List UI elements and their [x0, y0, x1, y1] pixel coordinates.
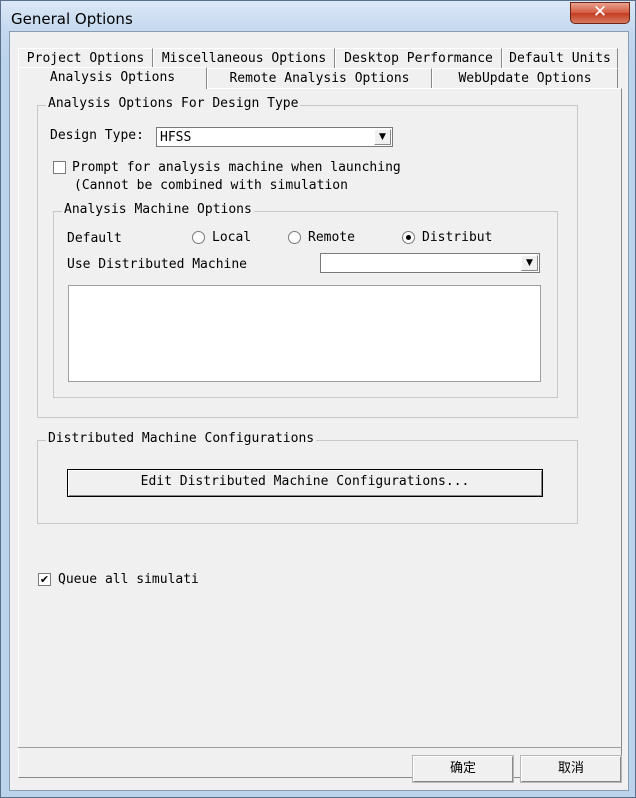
design-type-group: Analysis Options For Design Type Design …: [37, 96, 578, 418]
prompt-machine-label: Prompt for analysis machine when launchi…: [72, 160, 401, 175]
design-type-label: Design Type:: [50, 128, 144, 143]
use-distributed-label: Use Distributed Machine: [67, 257, 248, 271]
tab-miscellaneous-options[interactable]: Miscellaneous Options: [153, 48, 335, 68]
close-button[interactable]: ✕: [570, 2, 630, 24]
distributed-config-select[interactable]: ▼: [320, 253, 540, 273]
footer-separator: [18, 747, 622, 748]
radio-local[interactable]: [192, 231, 205, 244]
general-options-window: General Options ✕ Project Options Miscel…: [0, 0, 636, 798]
machine-options-legend: Analysis Machine Options: [62, 202, 254, 217]
tab-default-units[interactable]: Default Units: [502, 48, 618, 68]
tab-label: Remote Analysis Options: [229, 71, 410, 86]
tab-analysis-options[interactable]: Analysis Options: [18, 67, 207, 89]
tab-webupdate-options[interactable]: WebUpdate Options: [432, 68, 618, 88]
ok-button[interactable]: 确定: [412, 755, 514, 783]
analysis-options-panel: Analysis Options For Design Type Design …: [18, 88, 622, 778]
edit-button-label: Edit Distributed Machine Configurations.…: [140, 474, 470, 489]
window-title: General Options: [11, 10, 133, 28]
tab-label: Analysis Options: [49, 70, 176, 85]
tab-label: Desktop Performance: [344, 51, 493, 66]
dialog-client-area: Project Options Miscellaneous Options De…: [9, 31, 629, 791]
dist-config-group: Distributed Machine Configurations Edit …: [37, 431, 578, 524]
radio-remote-label: Remote: [308, 230, 355, 245]
edit-distributed-configs-button[interactable]: Edit Distributed Machine Configurations.…: [67, 469, 543, 497]
design-type-group-legend: Analysis Options For Design Type: [46, 96, 301, 111]
queue-simulations-checkbox[interactable]: ✔: [38, 573, 51, 586]
tab-desktop-performance[interactable]: Desktop Performance: [335, 48, 502, 68]
check-icon: ✔: [39, 573, 50, 586]
tab-label: WebUpdate Options: [458, 71, 592, 86]
chevron-down-icon[interactable]: ▼: [521, 255, 538, 271]
ok-button-label: 确定: [449, 761, 476, 776]
radio-distributed[interactable]: [402, 231, 415, 244]
queue-simulations-label: Queue all simulati: [58, 572, 199, 587]
prompt-machine-checkbox[interactable]: [53, 161, 66, 174]
distributed-machine-list[interactable]: [68, 285, 541, 382]
tab-project-options[interactable]: Project Options: [18, 48, 153, 68]
dist-config-legend: Distributed Machine Configurations: [46, 431, 317, 446]
design-type-value: HFSS: [160, 130, 192, 145]
radio-distributed-label: Distribut: [422, 230, 493, 245]
tab-label: Project Options: [26, 51, 145, 66]
machine-options-group: Analysis Machine Options Default Local R…: [53, 202, 558, 398]
design-type-select[interactable]: HFSS ▼: [156, 127, 393, 147]
cancel-button[interactable]: 取消: [520, 755, 622, 783]
default-label: Default: [67, 231, 122, 246]
prompt-machine-note: (Cannot be combined with simulation: [74, 178, 348, 193]
tab-label: Miscellaneous Options: [161, 51, 327, 66]
cancel-button-label: 取消: [557, 761, 584, 776]
close-icon: ✕: [592, 2, 608, 22]
radio-local-label: Local: [212, 230, 252, 245]
tab-remote-analysis-options[interactable]: Remote Analysis Options: [207, 68, 432, 88]
chevron-down-icon[interactable]: ▼: [374, 129, 391, 145]
radio-remote[interactable]: [288, 231, 301, 244]
tab-label: Default Units: [509, 51, 611, 66]
